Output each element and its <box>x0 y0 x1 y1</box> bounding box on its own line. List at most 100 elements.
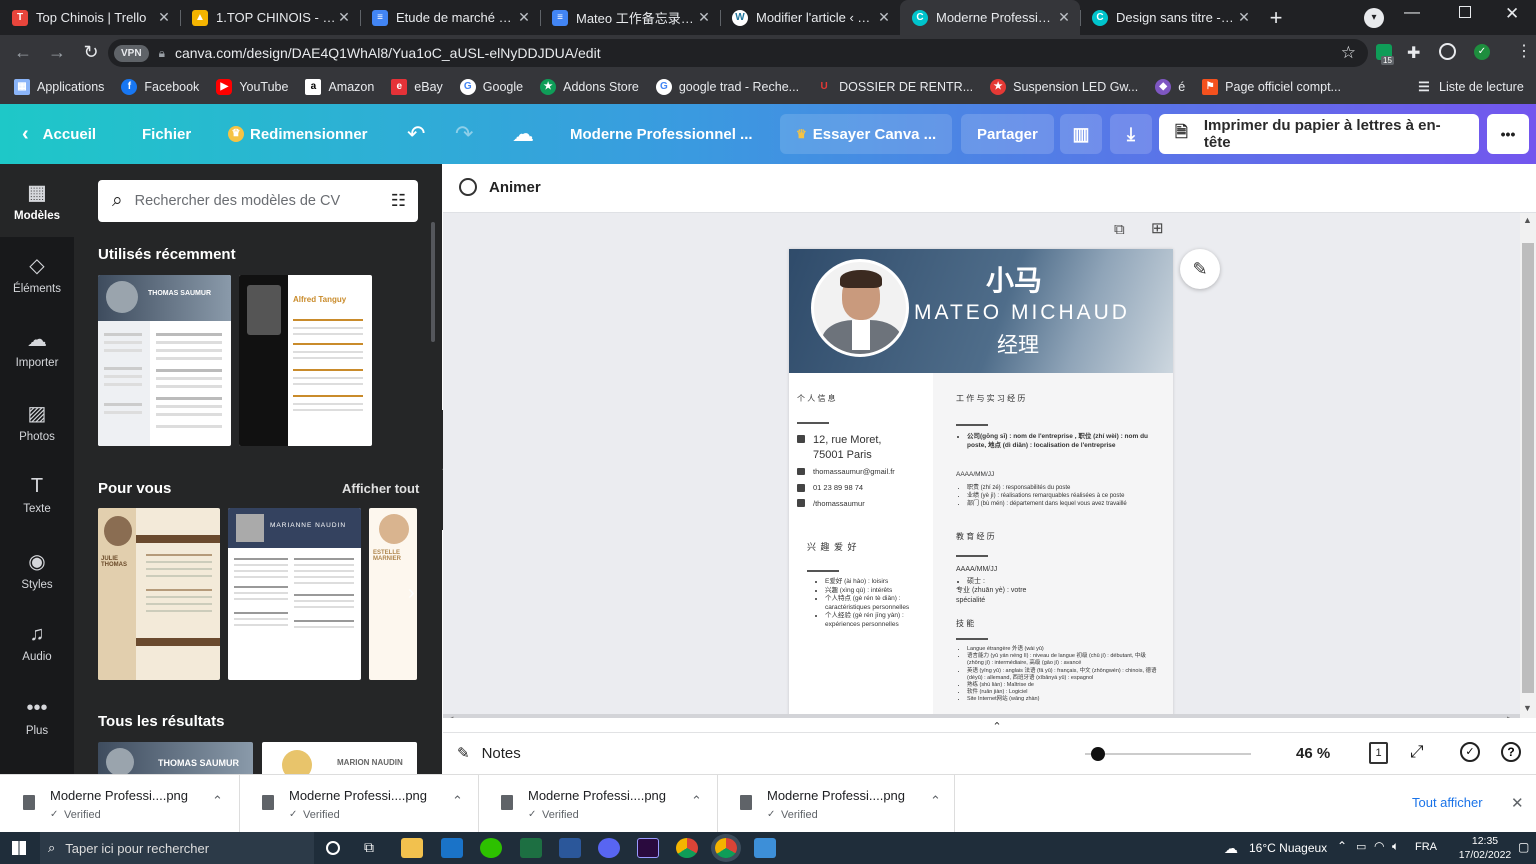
close-icon[interactable]: ✕ <box>156 9 172 26</box>
chevron-up-icon[interactable]: ⌃ <box>212 793 223 809</box>
resume-email[interactable]: thomassaumur@gmail.fr <box>813 467 895 476</box>
edu-degree[interactable]: 硕士 : <box>959 576 985 586</box>
browser-tab[interactable]: ▲ 1.TOP CHINOIS - Goo ✕ <box>180 0 360 35</box>
template-thumb-thomas[interactable]: THOMAS SAUMUR <box>98 275 231 446</box>
wechat-icon[interactable] <box>480 838 502 858</box>
personal-heading[interactable]: 个 人 信 息 <box>797 393 836 404</box>
windows-start-icon[interactable] <box>12 841 26 855</box>
check-icon[interactable]: ✓ <box>1460 742 1480 762</box>
resume-linkedin[interactable]: /thomassaumur <box>813 499 865 508</box>
download-item[interactable]: Moderne Professi....png ✓ Verified ⌃ <box>239 775 477 833</box>
hobbies-heading[interactable]: 兴 趣 爱 好 <box>807 540 858 553</box>
notifications-icon[interactable]: ▢ <box>1518 840 1529 854</box>
close-icon[interactable]: ✕ <box>876 9 892 26</box>
undo-icon[interactable]: ↶ <box>407 104 425 164</box>
bookmark-star-icon[interactable]: ☆ <box>1341 43 1356 63</box>
browser-tab-active[interactable]: C Moderne Professionne ✕ <box>900 0 1080 35</box>
close-window-button[interactable]: ✕ <box>1505 4 1519 24</box>
skills-list[interactable]: Langue étrangère 外语 (wài yǔ) 语言能力 (yǔ yá… <box>959 646 1164 704</box>
sync-check-icon[interactable]: ✓ <box>1474 44 1490 60</box>
comment-button[interactable]: ✎ <box>1180 249 1220 289</box>
bookmark-applications[interactable]: ▦ Applications <box>14 79 104 95</box>
resume-address[interactable]: 12, rue Moret, 75001 Paris <box>813 433 881 463</box>
add-page-icon[interactable]: ⊞ <box>1151 219 1164 237</box>
template-thumb-marianne[interactable]: MARIANNE NAUDIN <box>228 508 361 680</box>
photos-icon[interactable] <box>754 838 776 858</box>
scroll-right-icon[interactable]: ▶ <box>1507 715 1512 718</box>
scroll-down-icon[interactable]: ▼ <box>1523 703 1532 713</box>
tab-search-icon[interactable]: ▾ <box>1364 8 1384 28</box>
lock-icon[interactable]: 🔒︎ <box>159 46 165 61</box>
bookmark-google-trad[interactable]: Ggoogle trad - Reche... <box>655 79 799 95</box>
bookmark-amazon[interactable]: a Amazon <box>305 79 374 95</box>
premiere-icon[interactable] <box>637 838 659 858</box>
zoom-value[interactable]: 46 % <box>1296 745 1330 762</box>
bookmark-facebook[interactable]: f Facebook <box>121 79 199 95</box>
browser-tab[interactable]: ≡ Etude de marché app ✕ <box>360 0 540 35</box>
download-item[interactable]: Moderne Professi....png ✓ Verified ⌃ <box>717 775 955 833</box>
scroll-thumb[interactable] <box>1522 243 1534 693</box>
help-icon[interactable]: ? <box>1501 742 1521 762</box>
close-icon[interactable]: ✕ <box>1236 9 1252 26</box>
zoom-slider-thumb[interactable] <box>1090 747 1105 761</box>
sidebar-item-more[interactable]: ••• Plus <box>0 681 74 754</box>
profile-icon[interactable] <box>1439 43 1456 60</box>
chevron-up-icon[interactable]: ⌃ <box>930 793 941 809</box>
fullscreen-icon[interactable]: ⤢ <box>1410 742 1424 762</box>
discord-icon[interactable] <box>598 838 620 858</box>
redo-icon[interactable]: ↷ <box>455 104 473 164</box>
forward-arrow-icon[interactable]: → <box>40 42 74 63</box>
animate-button[interactable]: Animer <box>459 178 541 196</box>
work-date[interactable]: AAAA/MM/JJ <box>956 471 994 478</box>
clock-time[interactable]: 12:35 <box>1455 835 1515 847</box>
word-icon[interactable] <box>559 838 581 858</box>
template-search-input[interactable]: ⌕ Rechercher des modèles de CV ☷ <box>98 180 418 222</box>
file-menu[interactable]: Fichier <box>142 104 191 164</box>
close-icon[interactable]: ✕ <box>696 9 712 26</box>
download-item[interactable]: Moderne Professi....png ✓ Verified ⌃ <box>478 775 716 833</box>
taskbar-search[interactable]: ⌕ Taper ici pour rechercher <box>40 832 314 864</box>
insights-chart-icon[interactable]: ▥ <box>1060 114 1102 154</box>
chevron-up-icon[interactable]: ⌃ <box>691 793 702 809</box>
resume-page[interactable]: 小马 MATEO MICHAUD 经理 个 人 信 息 12, rue More… <box>789 249 1173 718</box>
clock-date[interactable]: 17/02/2022 <box>1455 849 1515 861</box>
bookmark-page-officiel[interactable]: ⚑ Page officiel compt... <box>1202 79 1341 95</box>
mail-icon[interactable] <box>441 838 463 858</box>
see-all-link[interactable]: Afficher tout <box>342 481 419 496</box>
work-items[interactable]: 职责 (zhí zé) : responsabilités du poste 业… <box>959 484 1164 509</box>
panel-scrollbar[interactable] <box>431 222 435 342</box>
chevron-up-icon[interactable]: ⌃ <box>452 793 463 809</box>
vertical-scrollbar[interactable]: ▲ ▼ <box>1520 213 1536 718</box>
bookmark-suspension[interactable]: ★ Suspension LED Gw... <box>990 79 1138 95</box>
sidebar-item-styles[interactable]: ◉ Styles <box>0 533 74 606</box>
url-text[interactable]: canva.com/design/DAE4Q1WhAl8/Yua1oC_aUSL… <box>175 45 601 61</box>
sidebar-item-text[interactable]: T Texte <box>0 459 74 532</box>
resume-title-cn[interactable]: 经理 <box>909 329 1127 359</box>
resume-phone[interactable]: 01 23 89 98 74 <box>813 483 863 492</box>
edu-date[interactable]: AAAA/MM/JJ <box>956 566 997 573</box>
resume-name-cn[interactable]: 小马 <box>909 259 1119 299</box>
chrome-active-icon[interactable] <box>715 838 737 858</box>
work-heading[interactable]: 工 作 与 实 习 经 历 <box>956 393 1025 404</box>
file-explorer-icon[interactable] <box>401 838 423 858</box>
scroll-left-icon[interactable]: ◀ <box>448 715 453 718</box>
language-indicator[interactable]: FRA <box>1415 841 1437 853</box>
work-main[interactable]: 公司(gōng sī) : nom de l'entreprise , 职位 (… <box>959 432 1159 450</box>
download-item[interactable]: Moderne Professi....png ✓ Verified ⌃ <box>0 775 238 833</box>
close-icon[interactable]: ✕ <box>336 9 352 26</box>
menu-kebab-icon[interactable]: ⋮ <box>1516 41 1532 61</box>
share-button[interactable]: Partager <box>961 114 1054 154</box>
sidebar-item-templates[interactable]: ▦ Modèles <box>0 164 74 237</box>
extensions-puzzle-icon[interactable]: ✚ <box>1407 43 1420 63</box>
page-count-button[interactable]: 1 <box>1369 742 1388 764</box>
carousel-next-icon[interactable]: › <box>408 582 415 605</box>
template-thumb-thomas-2[interactable]: THOMAS SAUMUR <box>98 742 253 774</box>
weather-icon[interactable]: ☁ <box>1224 840 1238 857</box>
duplicate-page-icon[interactable]: ⧉ <box>1114 221 1125 238</box>
more-options-button[interactable]: ••• <box>1487 114 1529 154</box>
excel-icon[interactable] <box>520 838 542 858</box>
sidebar-item-audio[interactable]: ♫ Audio <box>0 607 74 680</box>
reading-list[interactable]: ☰ Liste de lecture <box>1416 79 1524 95</box>
zoom-slider[interactable] <box>1085 747 1251 761</box>
sidebar-item-elements[interactable]: ◇ Éléments <box>0 237 74 310</box>
